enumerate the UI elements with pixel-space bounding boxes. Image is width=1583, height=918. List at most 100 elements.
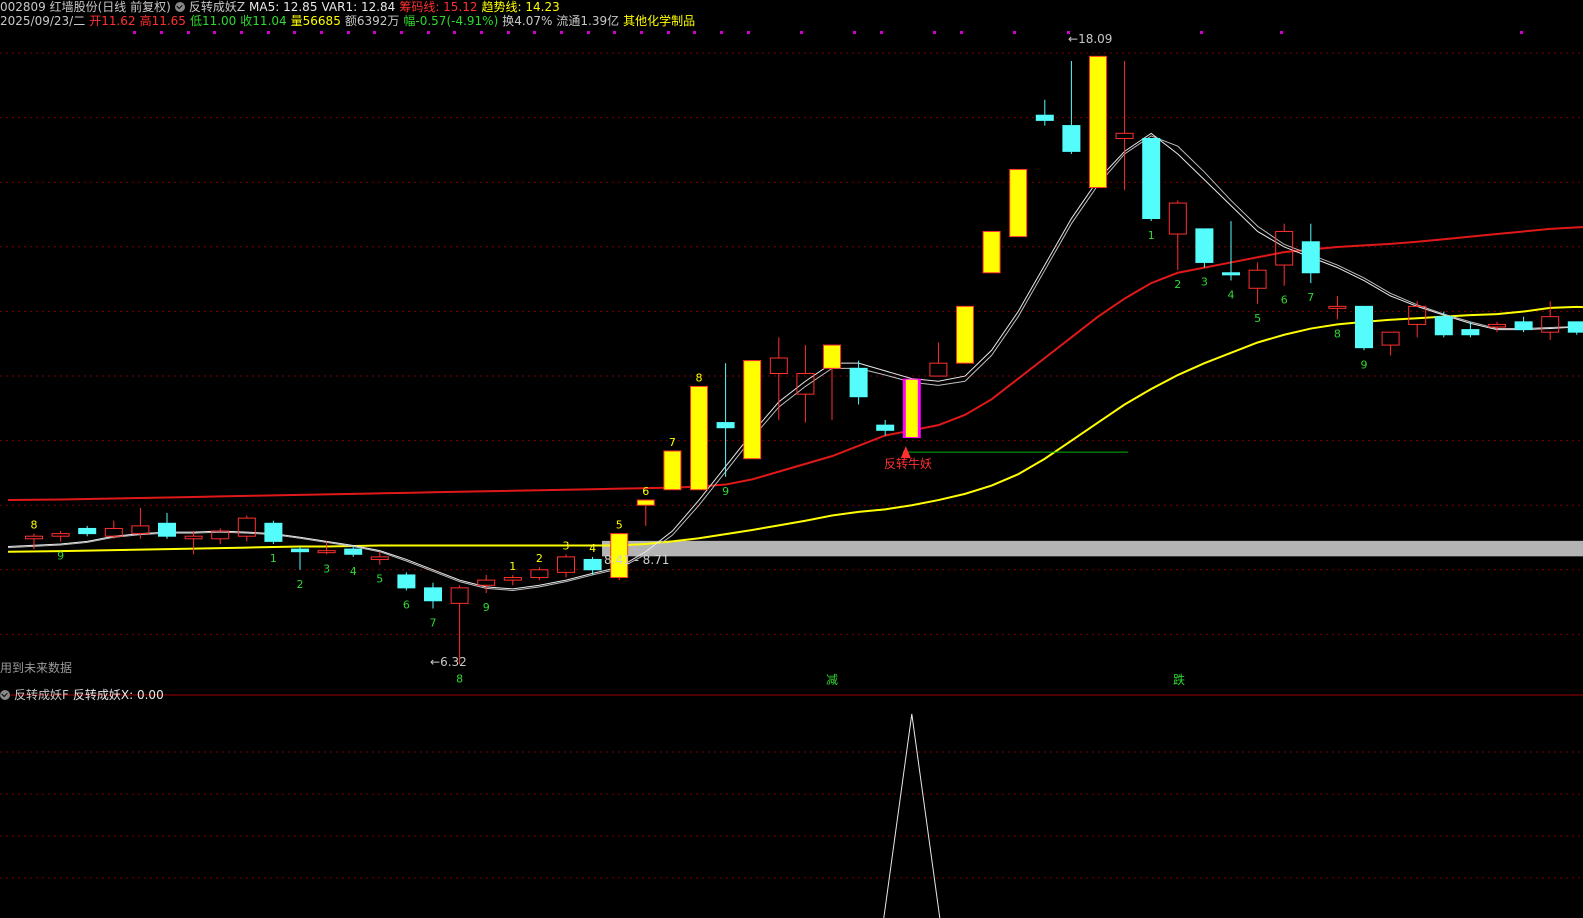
candle-body	[424, 587, 442, 602]
marker-dot	[747, 31, 750, 34]
candle-body	[1328, 305, 1347, 309]
candle	[1355, 305, 1373, 351]
candle-body	[503, 577, 522, 581]
candle	[1275, 223, 1294, 286]
candle-body	[1301, 241, 1320, 274]
sub-panel-header: 反转成妖F 反转成妖X: 0.00	[0, 688, 168, 702]
support-band	[602, 540, 1583, 557]
count-label: 4	[1228, 289, 1235, 302]
candle	[769, 337, 788, 420]
candle-body	[956, 305, 974, 364]
candle	[1222, 221, 1240, 281]
indicator-toggle-icon[interactable]	[174, 2, 185, 12]
candle-body	[690, 385, 708, 491]
candle-body	[636, 499, 655, 506]
candle-body	[1434, 316, 1453, 336]
marker-dot	[427, 31, 430, 34]
candle	[450, 585, 469, 665]
quote-float-cap: 流通1.39亿	[556, 14, 620, 28]
candle-body	[1089, 55, 1107, 189]
candle-body	[104, 527, 123, 537]
candle-body	[530, 569, 549, 579]
quote-sector[interactable]: 其他化学制品	[623, 14, 695, 28]
sub-indicator-value: 反转成妖X: 0.00	[72, 688, 164, 702]
count-label: 6	[1281, 294, 1288, 307]
candle-body	[1248, 269, 1267, 289]
candlesticks	[25, 55, 1583, 665]
count-label: 2	[297, 578, 304, 591]
drop-marker: 跌	[1173, 673, 1186, 687]
main-header: 002809 红墙股份(日线 前复权) 反转成妖Z MA5: 12.85 VAR1: …	[0, 0, 564, 14]
candle-body	[1035, 114, 1054, 121]
candle-body	[1062, 125, 1081, 152]
candle-body	[344, 548, 363, 555]
sub-indicator-toggle-icon[interactable]	[0, 690, 10, 700]
candle	[184, 531, 203, 555]
chip-line-value: 筹码线: 15.12	[399, 0, 478, 14]
candle	[1488, 321, 1506, 333]
candle	[51, 531, 70, 542]
count-label: 8	[696, 371, 703, 384]
count-label: 6	[642, 485, 649, 498]
ma5-value: MA5: 12.85	[249, 0, 318, 14]
sub-indicator-name[interactable]: 反转成妖F	[14, 688, 69, 702]
candle	[1009, 168, 1028, 238]
marker-dot	[267, 31, 270, 34]
indicator-name[interactable]: 反转成妖Z	[189, 0, 245, 14]
quote-change: 幅-0.57(-4.91%)	[403, 14, 499, 28]
candle	[1328, 296, 1347, 320]
marker-dot	[373, 31, 376, 34]
low-price-marker: ←6.32	[430, 655, 467, 669]
candle	[104, 520, 123, 539]
candle-body	[769, 357, 788, 374]
candle	[397, 572, 416, 591]
marker-dot	[133, 31, 136, 34]
candle	[1381, 331, 1400, 356]
marker-dot	[160, 31, 163, 34]
count-label: 3	[563, 539, 570, 552]
quote-high: 高11.65	[139, 14, 186, 28]
candle-body	[158, 522, 176, 537]
candle-body	[1195, 228, 1214, 263]
candle-body	[317, 550, 336, 554]
candle-body	[743, 360, 762, 460]
candle-body	[131, 525, 150, 535]
candle-body	[1355, 305, 1373, 349]
high-price-marker: ←18.09	[1068, 32, 1113, 46]
marker-dot	[1200, 31, 1203, 34]
candle	[929, 342, 948, 377]
candle	[1514, 316, 1533, 333]
candle-body	[1009, 168, 1028, 238]
stock-title[interactable]: 002809 红墙股份(日线 前复权)	[0, 0, 171, 14]
candle	[636, 499, 655, 526]
candle-body	[1461, 329, 1480, 336]
candle	[1115, 60, 1134, 191]
marker-dot	[1520, 31, 1523, 34]
candle	[1035, 99, 1054, 126]
quote-turnover: 换4.07%	[502, 14, 553, 28]
candle	[264, 520, 283, 544]
kline-chart[interactable]: 8 9 1 2 3 4 5 6 7 8 9 1 2 3 4 5 6 7 8 9 1 2 3 4 5 6 7 8 9	[0, 0, 1583, 918]
candle	[1089, 55, 1107, 189]
candle-body	[716, 422, 735, 429]
marker-dot	[640, 31, 643, 34]
candle	[849, 360, 868, 405]
quote-date: 2025/09/23/二	[0, 14, 86, 28]
marker-dot	[480, 31, 483, 34]
marker-dot	[613, 31, 616, 34]
reverse-signal-label: 反转牛妖	[884, 457, 933, 471]
count-label: 7	[1307, 291, 1314, 304]
candle-body	[1567, 321, 1583, 333]
candle	[743, 360, 762, 460]
candle	[690, 385, 708, 491]
candle	[1142, 137, 1161, 222]
candle-body	[1115, 132, 1134, 139]
candle-body	[450, 587, 469, 604]
count-label: 6	[403, 598, 410, 611]
candle	[956, 305, 974, 364]
candle	[477, 574, 496, 594]
candle-body	[1408, 305, 1427, 325]
candle	[291, 546, 309, 570]
count-label: 5	[616, 519, 623, 532]
top-marker-dots	[133, 31, 1523, 34]
